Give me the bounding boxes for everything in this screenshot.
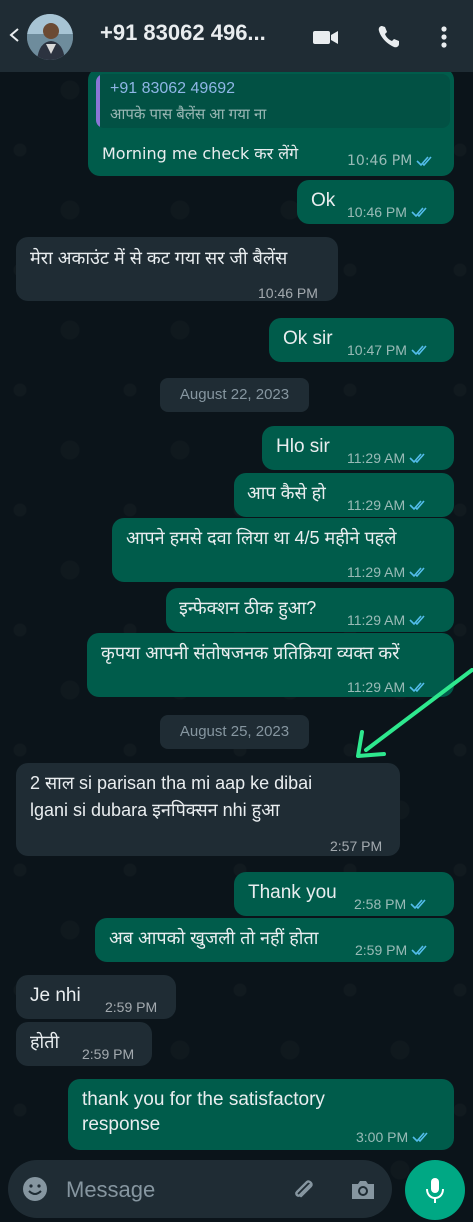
message-text: Morning me check कर लेंगे (102, 144, 299, 163)
read-ticks-icon (411, 207, 427, 218)
mic-button[interactable] (405, 1160, 465, 1220)
message-composer[interactable]: Message (8, 1160, 392, 1218)
message-time: 10:46 PM (258, 285, 318, 301)
message-meta: 2:59 PM (82, 1042, 134, 1066)
quoted-text: आपके पास बैलेंस आ गया ना (110, 106, 267, 123)
message-meta: 11:29 AM (347, 446, 429, 470)
phone-icon[interactable] (374, 22, 404, 52)
message-time: 11:29 AM (347, 450, 406, 466)
message-time: 10:46 PM (347, 204, 407, 220)
camera-icon[interactable] (349, 1176, 377, 1204)
message-time: 10:47 PM (347, 342, 407, 358)
message-bubble-outgoing[interactable]: Thank you 2:58 PM (234, 872, 454, 916)
message-time: 2:57 PM (330, 838, 383, 854)
message-meta: 3:00 PM (356, 1125, 432, 1149)
message-time: 11:29 AM (347, 497, 406, 513)
message-time: 3:00 PM (356, 1129, 409, 1145)
message-text: इन्फेक्शन ठीक हुआ? (179, 598, 317, 618)
back-arrow-icon[interactable] (6, 27, 22, 43)
read-ticks-icon (411, 345, 427, 356)
message-meta: 2:57 PM (330, 834, 382, 858)
message-meta: 11:29 AM (347, 560, 429, 584)
message-text-line: thank you for the satisfactory (82, 1089, 325, 1110)
chat-header: +91 83062 496... (0, 0, 473, 72)
message-meta: 2:58 PM (354, 892, 430, 916)
message-meta: 11:29 AM (347, 608, 429, 632)
message-time: 10:46 PM (347, 153, 413, 169)
message-meta: 10:46 PM (258, 281, 318, 305)
quote-accent-bar (96, 74, 100, 128)
message-meta: 10:46 PM (347, 200, 431, 224)
message-bubble-outgoing[interactable]: अब आपको खुजली तो नहीं होता 2:59 PM (95, 918, 454, 962)
message-time: 2:59 PM (82, 1046, 135, 1062)
message-bubble-outgoing[interactable]: Ok sir 10:47 PM (269, 318, 454, 362)
message-meta: 10:46 PM (347, 153, 436, 169)
read-ticks-icon (409, 615, 425, 626)
message-bubble-outgoing[interactable]: आपने हमसे दवा लिया था 4/5 महीने पहले 11:… (112, 518, 454, 582)
message-bubble-outgoing[interactable]: Hlo sir 11:29 AM (262, 426, 454, 470)
attach-icon[interactable] (290, 1176, 318, 1204)
read-ticks-icon (410, 899, 426, 910)
message-text: Ok sir (283, 328, 333, 349)
read-ticks-icon (411, 945, 427, 956)
contact-name[interactable]: +91 83062 496... (100, 20, 290, 46)
message-bubble-outgoing[interactable]: आप कैसे हो 11:29 AM (234, 473, 454, 517)
read-ticks-icon (412, 1132, 428, 1143)
message-text: Ok (311, 190, 336, 211)
date-separator: August 22, 2023 (160, 378, 309, 412)
message-bubble-incoming[interactable]: 2 साल si parisan tha mi aap ke dibai lga… (16, 763, 400, 856)
message-text: अब आपको खुजली तो नहीं होता (109, 928, 319, 948)
message-text: Je nhi (30, 985, 81, 1006)
message-bubble-outgoing[interactable]: Ok 10:46 PM (297, 180, 454, 224)
message-meta: 11:29 AM (347, 493, 429, 517)
message-text: आप कैसे हो (247, 483, 326, 503)
message-text: मेरा अकाउंट में से कट गया सर जी बैलेंस (30, 248, 288, 268)
emoji-icon[interactable] (22, 1176, 48, 1202)
quoted-message[interactable]: +91 83062 49692 आपके पास बैलेंस आ गया ना (96, 74, 450, 128)
message-bubble-incoming[interactable]: होती 2:59 PM (16, 1022, 152, 1066)
message-bubble-outgoing[interactable]: इन्फेक्शन ठीक हुआ? 11:29 AM (166, 588, 454, 632)
quoted-sender: +91 83062 49692 (110, 80, 236, 97)
message-bubble-outgoing[interactable]: thank you for the satisfactory response … (68, 1079, 454, 1150)
message-input[interactable]: Message (66, 1177, 155, 1203)
message-text: Hlo sir (276, 436, 330, 457)
message-text: कृपया आपनी संतोषजनक प्रतिक्रिया व्यक्त क… (101, 643, 400, 663)
message-time: 2:59 PM (105, 999, 158, 1015)
message-time: 11:29 AM (347, 612, 406, 628)
read-ticks-icon (416, 156, 432, 167)
message-text-line: 2 साल si parisan tha mi aap ke dibai (30, 773, 313, 793)
more-options-icon[interactable] (429, 22, 459, 52)
read-ticks-icon (409, 453, 425, 464)
avatar[interactable] (27, 14, 73, 60)
message-time: 2:59 PM (355, 942, 408, 958)
message-text-line: lgani si dubara इनपिक्सन nhi हुआ (30, 800, 280, 820)
message-text: Thank you (248, 882, 337, 903)
message-bubble-incoming[interactable]: Je nhi 2:59 PM (16, 975, 176, 1019)
video-call-icon[interactable] (311, 22, 341, 52)
message-bubble-incoming[interactable]: मेरा अकाउंट में से कट गया सर जी बैलेंस 1… (16, 237, 338, 301)
message-time: 11:29 AM (347, 564, 406, 580)
date-separator: August 25, 2023 (160, 715, 309, 749)
message-text-line: response (82, 1114, 161, 1135)
message-meta: 2:59 PM (355, 938, 431, 962)
mic-icon (426, 1178, 444, 1203)
read-ticks-icon (409, 500, 425, 511)
annotation-arrow-icon (356, 668, 473, 758)
message-text: होती (30, 1032, 60, 1052)
message-meta: 2:59 PM (105, 995, 157, 1019)
message-meta: 10:47 PM (347, 338, 431, 362)
message-text: आपने हमसे दवा लिया था 4/5 महीने पहले (126, 528, 397, 548)
message-time: 2:58 PM (354, 896, 407, 912)
read-ticks-icon (409, 567, 425, 578)
